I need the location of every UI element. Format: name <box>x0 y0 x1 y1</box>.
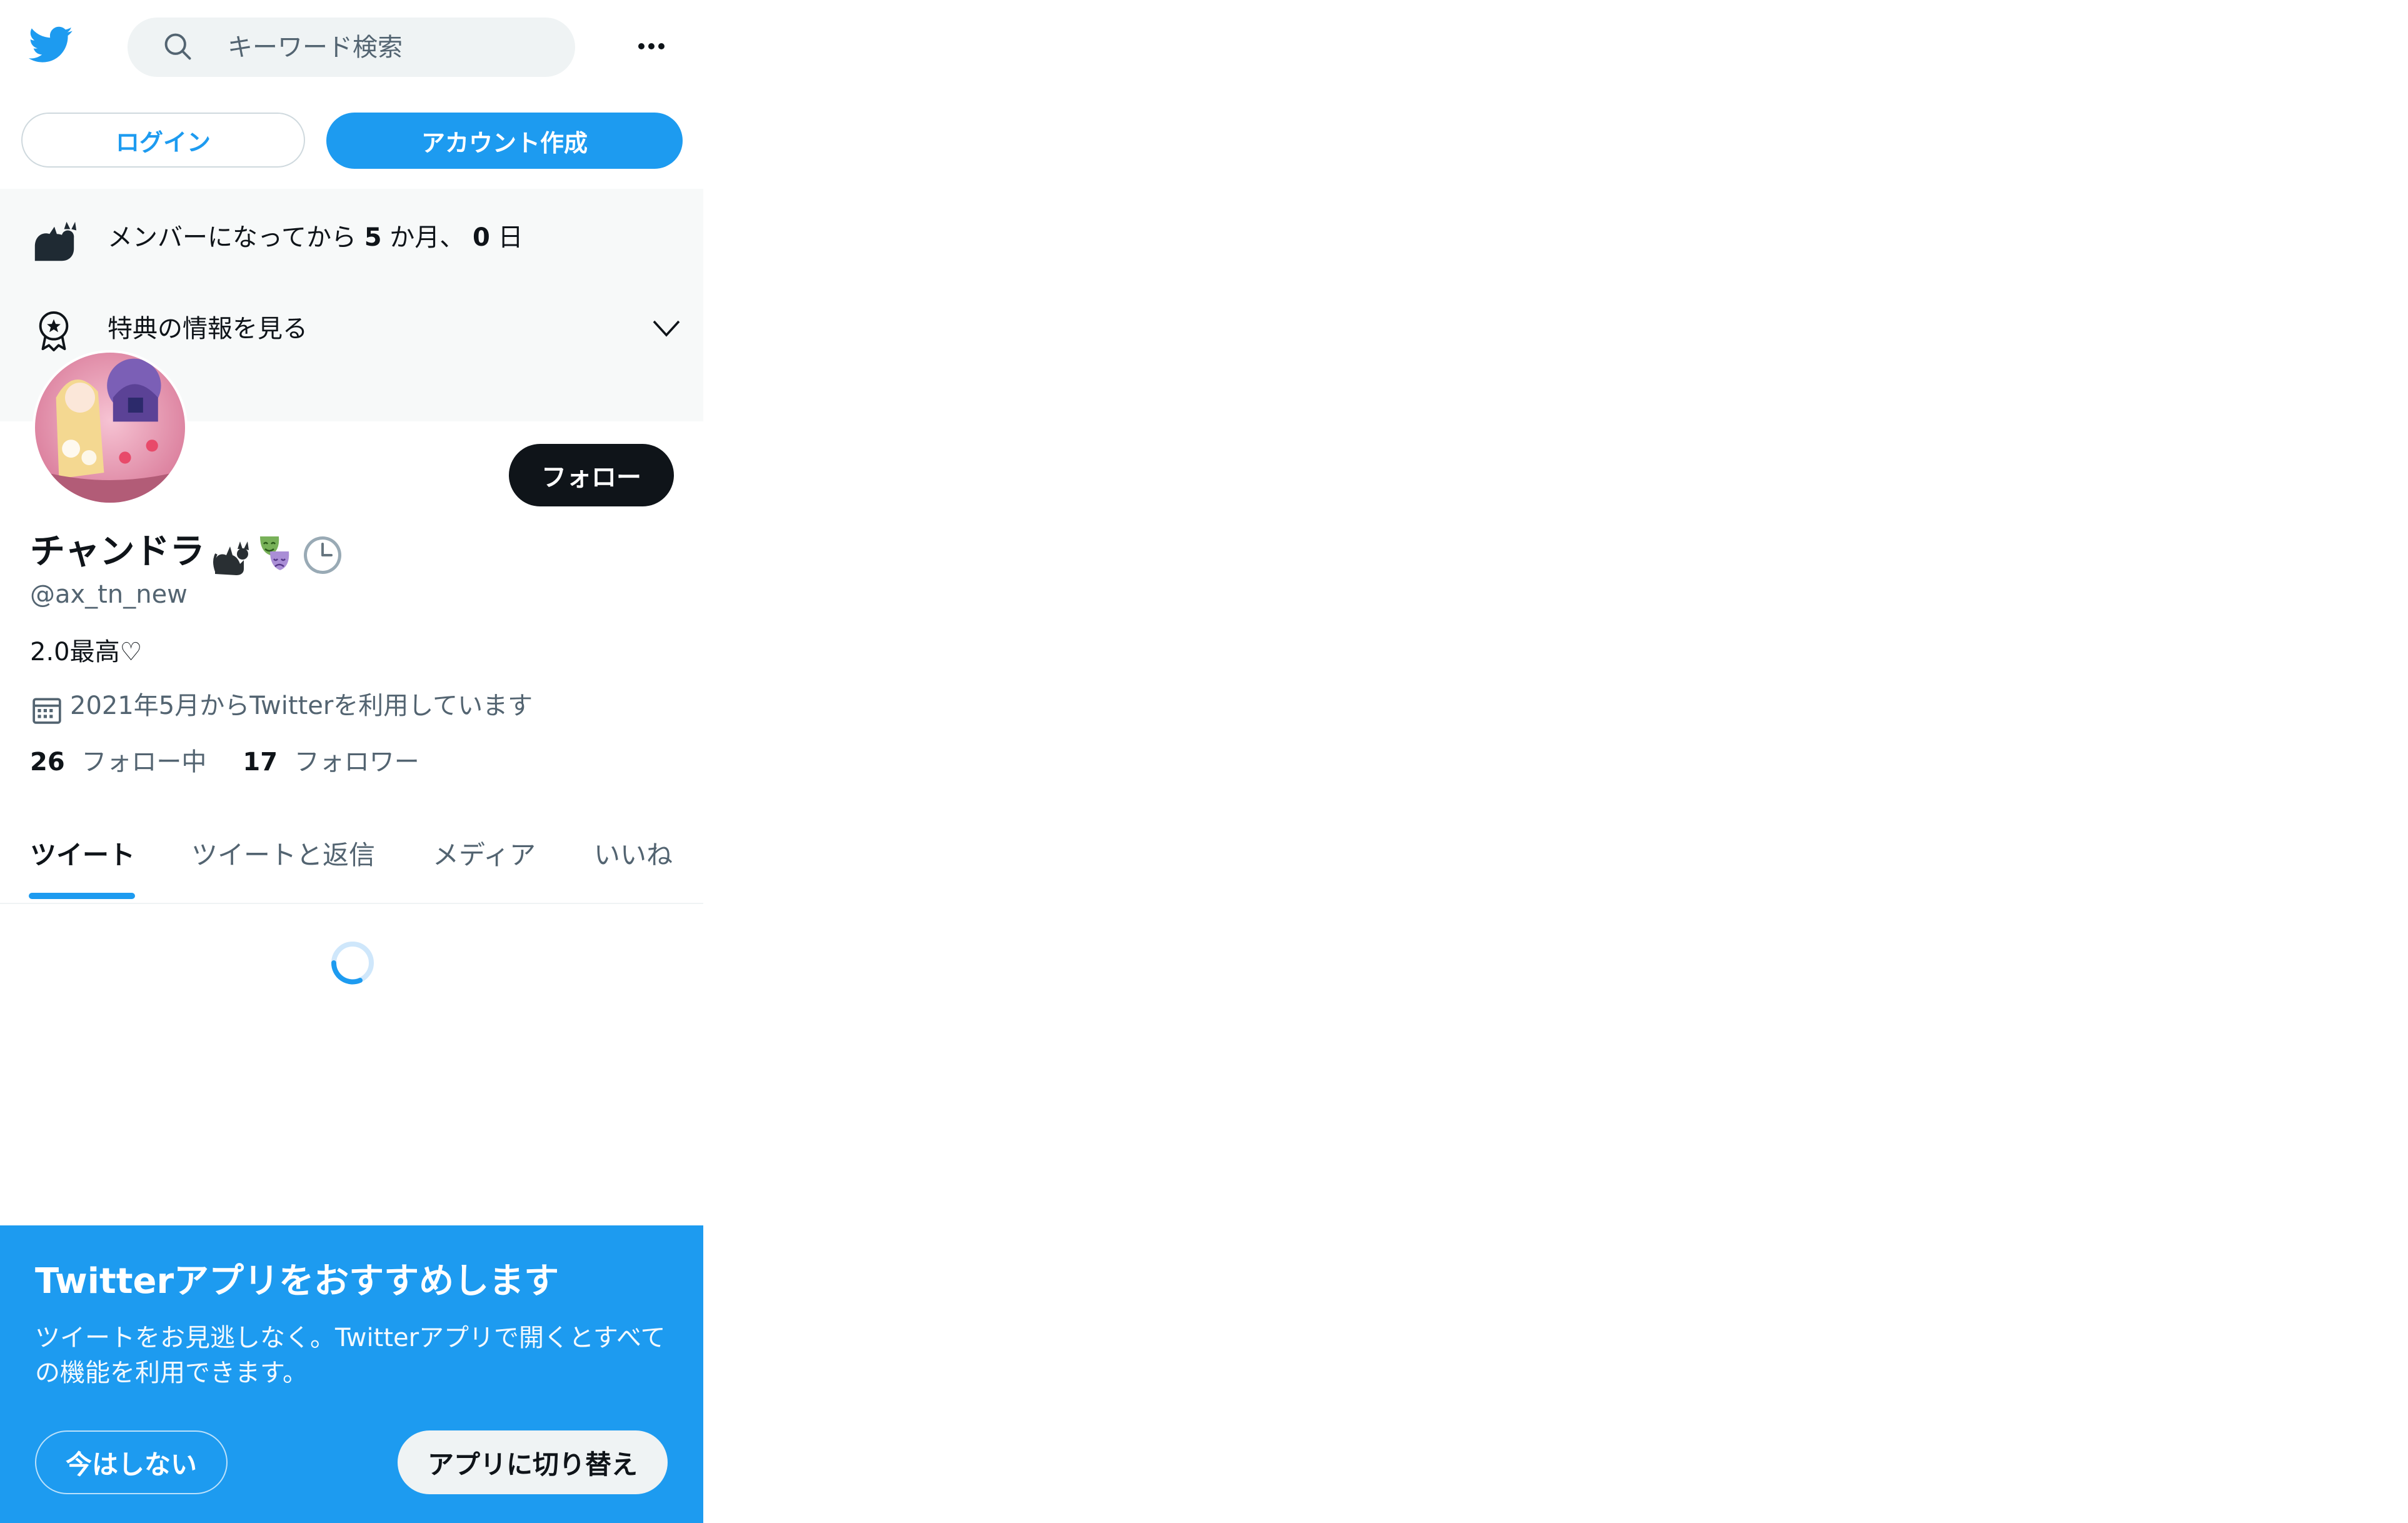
mobile-column: キーワード検索 ログイン アカウント作成 メンバーになってから 5 か月、 0 … <box>0 0 703 1523</box>
membership-days: 0 <box>473 223 490 252</box>
following-label: フォロー中 <box>81 748 207 777</box>
perks-link[interactable]: 特典の情報を見る <box>108 311 308 346</box>
name-emoji-group <box>213 536 341 575</box>
black-cat-icon <box>34 221 77 261</box>
membership-duration: メンバーになってから 5 か月、 0 日 <box>108 220 523 255</box>
membership-months-unit: か月、 <box>389 223 465 252</box>
following-link[interactable]: 26 フォロー中 <box>30 745 206 779</box>
performing-arts-emoji-icon <box>260 536 289 570</box>
chevron-down-icon[interactable] <box>653 320 680 338</box>
membership-months: 5 <box>364 223 382 252</box>
tab-likes[interactable]: いいね <box>594 838 673 873</box>
avatar[interactable] <box>33 350 188 505</box>
joined-date: 2021年5月からTwitterを利用しています <box>70 691 533 720</box>
search-icon <box>164 33 191 60</box>
loading-spinner-icon <box>331 942 374 985</box>
membership-days-unit: 日 <box>498 223 523 252</box>
more-options-icon[interactable] <box>635 34 668 59</box>
page: キーワード検索 ログイン アカウント作成 メンバーになってから 5 か月、 0 … <box>0 0 2408 1523</box>
profile-bio: 2.0最高♡ <box>30 638 143 666</box>
profile-handle: @ax_tn_new <box>30 580 188 609</box>
follow-button[interactable]: フォロー <box>509 444 674 506</box>
followers-count: 17 <box>243 748 278 777</box>
followers-label: フォロワー <box>294 748 419 777</box>
banner-title: Twitterアプリをおすすめします <box>35 1261 559 1302</box>
search-input[interactable]: キーワード検索 <box>228 31 403 64</box>
followers-link[interactable]: 17 フォロワー <box>243 745 419 779</box>
tab-tweets[interactable]: ツイート <box>30 838 135 873</box>
tab-media[interactable]: メディア <box>433 838 536 873</box>
display-name: チャンドラ <box>30 531 205 572</box>
membership-prefix: メンバーになってから <box>108 223 356 252</box>
clock-emoji-icon <box>304 536 341 574</box>
tabs-divider <box>0 903 703 904</box>
following-count: 26 <box>30 748 65 777</box>
twitter-logo-icon[interactable] <box>28 23 75 66</box>
active-tab-indicator <box>29 893 135 899</box>
badge-star-icon <box>39 311 69 351</box>
signup-button[interactable]: アカウント作成 <box>326 113 683 169</box>
login-button[interactable]: ログイン <box>21 113 305 168</box>
switch-to-app-button[interactable]: アプリに切り替え <box>398 1430 668 1494</box>
calendar-icon <box>33 698 61 724</box>
not-now-button[interactable]: 今はしない <box>35 1430 228 1494</box>
black-cat-emoji-icon <box>213 541 249 575</box>
banner-body: ツイートをお見逃しなく。Twitterアプリで開くとすべての機能を利用できます。 <box>35 1324 666 1387</box>
follow-stats: 26 フォロー中 17 フォロワー <box>30 745 419 779</box>
tab-tweets-and-replies[interactable]: ツイートと返信 <box>191 838 375 873</box>
